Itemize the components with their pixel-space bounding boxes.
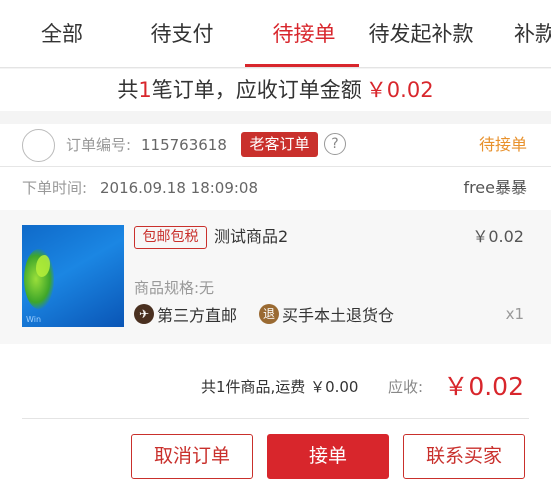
product-name: 测试商品2 [214, 227, 289, 246]
divider [22, 418, 529, 419]
shipping-method-direct: ✈ 第三方直邮 [134, 302, 237, 326]
buyer-name: free暴暴 [463, 178, 527, 197]
accept-order-button[interactable]: 接单 [267, 434, 389, 479]
order-status: 待接单 [478, 135, 527, 154]
product-item[interactable]: Win 包邮包税 测试商品2 ￥0.02 商品规格:无 ✈ 第三方直邮 退买手本土… [0, 210, 551, 344]
contact-buyer-button[interactable]: 联系买家 [403, 434, 525, 479]
return-warehouse-label: 买手本土退货仓 [282, 306, 395, 325]
summary-amount: ￥0.02 [365, 78, 434, 102]
order-time-label: 下单时间: [22, 179, 88, 197]
order-summary: 共1笔订单，应收订单金额 ￥0.02 [0, 69, 551, 111]
shipping-method-return: 退买手本土退货仓 [259, 302, 394, 326]
active-tab-indicator [245, 64, 359, 67]
product-spec: 商品规格:无 [134, 279, 215, 297]
airplane-icon: ✈ [134, 304, 154, 324]
summary-count: 1 [138, 78, 152, 102]
order-totals: 共1件商品,运费 ￥0.00 应收: ￥0.02 [0, 364, 551, 410]
totals-summary: 共1件商品,运费 ￥0.00 [201, 378, 359, 396]
return-warehouse-icon: 退 [259, 304, 279, 324]
tab-supplement[interactable]: 补款 [505, 0, 551, 68]
returning-customer-badge: 老客订单 [241, 132, 318, 157]
cancel-order-button[interactable]: 取消订单 [131, 434, 253, 479]
order-header-row: 订单编号: 115763618 老客订单 ? 待接单 [0, 124, 551, 166]
tab-pending-payment[interactable]: 待支付 [147, 0, 217, 68]
order-card: 订单编号: 115763618 老客订单 ? 待接单 下单时间: 2016.09… [0, 124, 551, 489]
help-icon[interactable]: ? [324, 133, 346, 155]
shipping-direct-label: 第三方直邮 [157, 306, 238, 325]
product-price: ￥0.02 [472, 227, 524, 246]
product-quantity: x1 [505, 305, 524, 323]
summary-middle: 笔订单，应收订单金额 [151, 78, 362, 102]
order-number: 115763618 [141, 136, 227, 154]
tab-bar: 全部 待支付 待接单 待发起补款 补款 [0, 0, 551, 68]
receivable-amount: ￥0.02 [443, 372, 524, 401]
summary-prefix: 共 [117, 78, 139, 102]
select-checkbox[interactable] [22, 129, 55, 162]
tab-all[interactable]: 全部 [34, 0, 90, 68]
tab-pending-accept[interactable]: 待接单 [264, 0, 344, 68]
tab-pending-supplement[interactable]: 待发起补款 [368, 0, 474, 68]
order-time-row: 下单时间: 2016.09.18 18:09:08 free暴暴 [0, 167, 551, 209]
receivable-label: 应收: [388, 378, 424, 396]
free-shipping-tax-tag: 包邮包税 [134, 226, 207, 249]
product-thumbnail[interactable]: Win [22, 225, 124, 327]
order-time: 2016.09.18 18:09:08 [100, 179, 259, 197]
thumbnail-watermark: Win [26, 315, 42, 324]
order-number-label: 订单编号: [66, 136, 132, 154]
